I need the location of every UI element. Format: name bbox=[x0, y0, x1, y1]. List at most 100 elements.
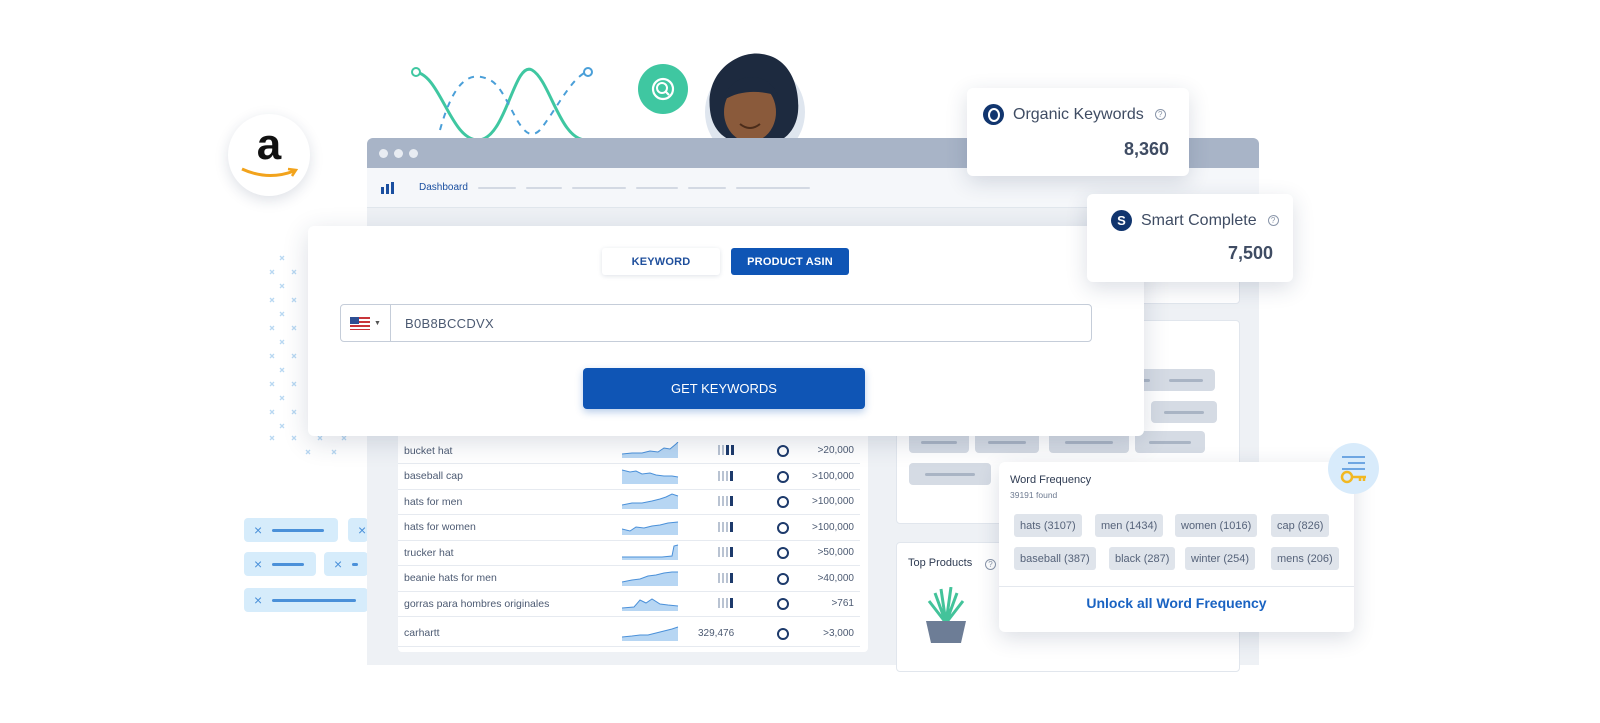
organic-keywords-value: 8,360 bbox=[1123, 139, 1169, 159]
word-tag[interactable]: mens (206) bbox=[1271, 547, 1339, 570]
organic-rank-icon bbox=[777, 445, 789, 457]
keyword-volume: >100,000 bbox=[812, 496, 854, 507]
window-dot bbox=[394, 148, 403, 158]
nav-placeholder bbox=[735, 186, 810, 189]
filter-pill[interactable] bbox=[1151, 401, 1217, 423]
organic-rank-icon bbox=[777, 572, 789, 585]
help-icon[interactable]: ? bbox=[1154, 109, 1166, 120]
keyword-term: beanie hats for men bbox=[404, 572, 497, 584]
word-tag[interactable]: men (1434) bbox=[1095, 514, 1164, 537]
organic-keywords-card: Organic Keywords ? 8,360 bbox=[967, 88, 1189, 176]
tab-product-asin[interactable]: PRODUCT ASIN bbox=[731, 248, 849, 275]
table-row[interactable]: baseball cap >100,000 bbox=[398, 464, 860, 490]
smart-complete-label: Smart Complete bbox=[1141, 211, 1257, 229]
filter-chip-decoration: × bbox=[324, 552, 368, 576]
amazon-logo: a bbox=[228, 114, 310, 196]
tab-keyword[interactable]: KEYWORD bbox=[602, 248, 720, 275]
keyword-volume: >40,000 bbox=[817, 572, 854, 584]
nav-placeholder bbox=[571, 186, 626, 189]
nav-placeholder bbox=[477, 186, 516, 189]
search-bubble-icon bbox=[638, 64, 688, 114]
nav-placeholder bbox=[635, 186, 678, 189]
organic-rank-icon bbox=[777, 496, 789, 508]
trend-sparkline bbox=[622, 544, 679, 560]
word-tag[interactable]: women (1016) bbox=[1175, 514, 1258, 537]
nav-dashboard-link[interactable]: Dashboard bbox=[419, 182, 468, 193]
organic-rank-icon bbox=[777, 521, 789, 534]
word-frequency-title: Word Frequency bbox=[1010, 474, 1092, 486]
keyword-term: carhartt bbox=[404, 627, 440, 639]
organic-keywords-label: Organic Keywords bbox=[1013, 105, 1144, 123]
asin-search-field[interactable]: ▼ B0B8BCCDVX bbox=[340, 304, 1092, 342]
keyword-volume: >3,000 bbox=[823, 627, 854, 639]
competition-bars bbox=[718, 598, 733, 608]
keyword-volume: >20,000 bbox=[817, 445, 854, 456]
keyword-term: gorras para hombres originales bbox=[404, 597, 550, 610]
trend-sparkline bbox=[622, 493, 679, 509]
organic-badge-icon bbox=[983, 104, 1004, 125]
keyword-volume: >761 bbox=[831, 598, 854, 609]
plant-product-image[interactable] bbox=[921, 587, 971, 647]
trend-sparkline bbox=[622, 469, 679, 484]
filter-chip-decoration: × bbox=[244, 552, 316, 576]
get-keywords-button[interactable]: GET KEYWORDS bbox=[583, 368, 865, 409]
chart-logo-icon bbox=[381, 181, 394, 194]
organic-rank-icon bbox=[777, 598, 789, 610]
filter-chip-decoration: × bbox=[348, 518, 368, 542]
competition-bars bbox=[718, 521, 733, 532]
table-row[interactable]: trucker hat >50,000 bbox=[398, 540, 860, 566]
table-row[interactable]: gorras para hombres originales >761 bbox=[398, 591, 860, 617]
table-row[interactable]: hats for women >100,000 bbox=[398, 515, 860, 541]
trend-sparkline bbox=[622, 442, 679, 458]
wave-decoration bbox=[411, 67, 593, 140]
asin-input-value[interactable]: B0B8BCCDVX bbox=[405, 316, 494, 331]
word-tag[interactable]: winter (254) bbox=[1185, 547, 1256, 570]
help-icon[interactable]: ? bbox=[985, 559, 996, 570]
organic-rank-icon bbox=[777, 627, 789, 640]
window-dot bbox=[379, 148, 388, 158]
us-flag-icon bbox=[350, 316, 371, 330]
competition-bars bbox=[718, 445, 734, 455]
unlock-word-frequency-link[interactable]: Unlock all Word Frequency bbox=[999, 595, 1354, 611]
keyword-term: baseball cap bbox=[404, 470, 463, 482]
filter-chip-decoration: × bbox=[244, 588, 368, 612]
word-tag[interactable]: hats (3107) bbox=[1014, 514, 1082, 537]
filter-pill[interactable] bbox=[1135, 431, 1205, 453]
chevron-down-icon: ▼ bbox=[374, 319, 381, 327]
competition-bars bbox=[718, 572, 733, 583]
trend-sparkline bbox=[622, 626, 679, 641]
word-tag[interactable]: black (287) bbox=[1109, 547, 1176, 570]
keyword-term: hats for women bbox=[404, 521, 476, 533]
help-icon[interactable]: ? bbox=[1267, 215, 1279, 226]
country-selector[interactable]: ▼ bbox=[341, 305, 391, 341]
table-row[interactable]: carhartt 329,476 >3,000 bbox=[398, 621, 860, 647]
window-dot bbox=[409, 148, 418, 158]
filter-chip-decoration: × bbox=[244, 518, 338, 542]
trend-sparkline bbox=[622, 521, 679, 535]
nav-placeholder bbox=[525, 186, 562, 189]
word-tag[interactable]: baseball (387) bbox=[1014, 547, 1096, 570]
search-volume-number: 329,476 bbox=[698, 627, 735, 639]
keyword-volume: >100,000 bbox=[812, 470, 854, 482]
divider bbox=[999, 586, 1354, 587]
table-row[interactable]: bucket hat >20,000 bbox=[398, 438, 860, 464]
filter-pill[interactable] bbox=[1157, 369, 1215, 391]
competition-bars bbox=[718, 470, 733, 481]
organic-rank-icon bbox=[777, 470, 789, 483]
keyword-table: bucket hat >20,000 baseball cap >100,000 hat… bbox=[398, 432, 868, 652]
word-tag[interactable]: cap (826) bbox=[1271, 514, 1330, 537]
smart-complete-card: S Smart Complete ? 7,500 bbox=[1087, 194, 1293, 282]
trend-sparkline bbox=[622, 598, 679, 611]
table-row[interactable]: hats for men >100,000 bbox=[398, 489, 860, 515]
keyword-volume: >50,000 bbox=[817, 547, 854, 558]
competition-bars bbox=[718, 496, 733, 506]
keyword-term: bucket hat bbox=[404, 444, 453, 457]
keyword-term: hats for men bbox=[404, 495, 463, 508]
keyword-key-icon bbox=[1328, 443, 1379, 494]
smart-complete-badge-icon: S bbox=[1111, 210, 1132, 231]
trend-sparkline bbox=[622, 571, 678, 586]
word-frequency-card: Word Frequency 39191 found hats (3107) m… bbox=[999, 462, 1354, 632]
filter-pill[interactable] bbox=[909, 463, 991, 485]
search-card: KEYWORD PRODUCT ASIN ▼ B0B8BCCDVX GET KE… bbox=[308, 226, 1144, 436]
table-row[interactable]: beanie hats for men >40,000 bbox=[398, 566, 860, 592]
